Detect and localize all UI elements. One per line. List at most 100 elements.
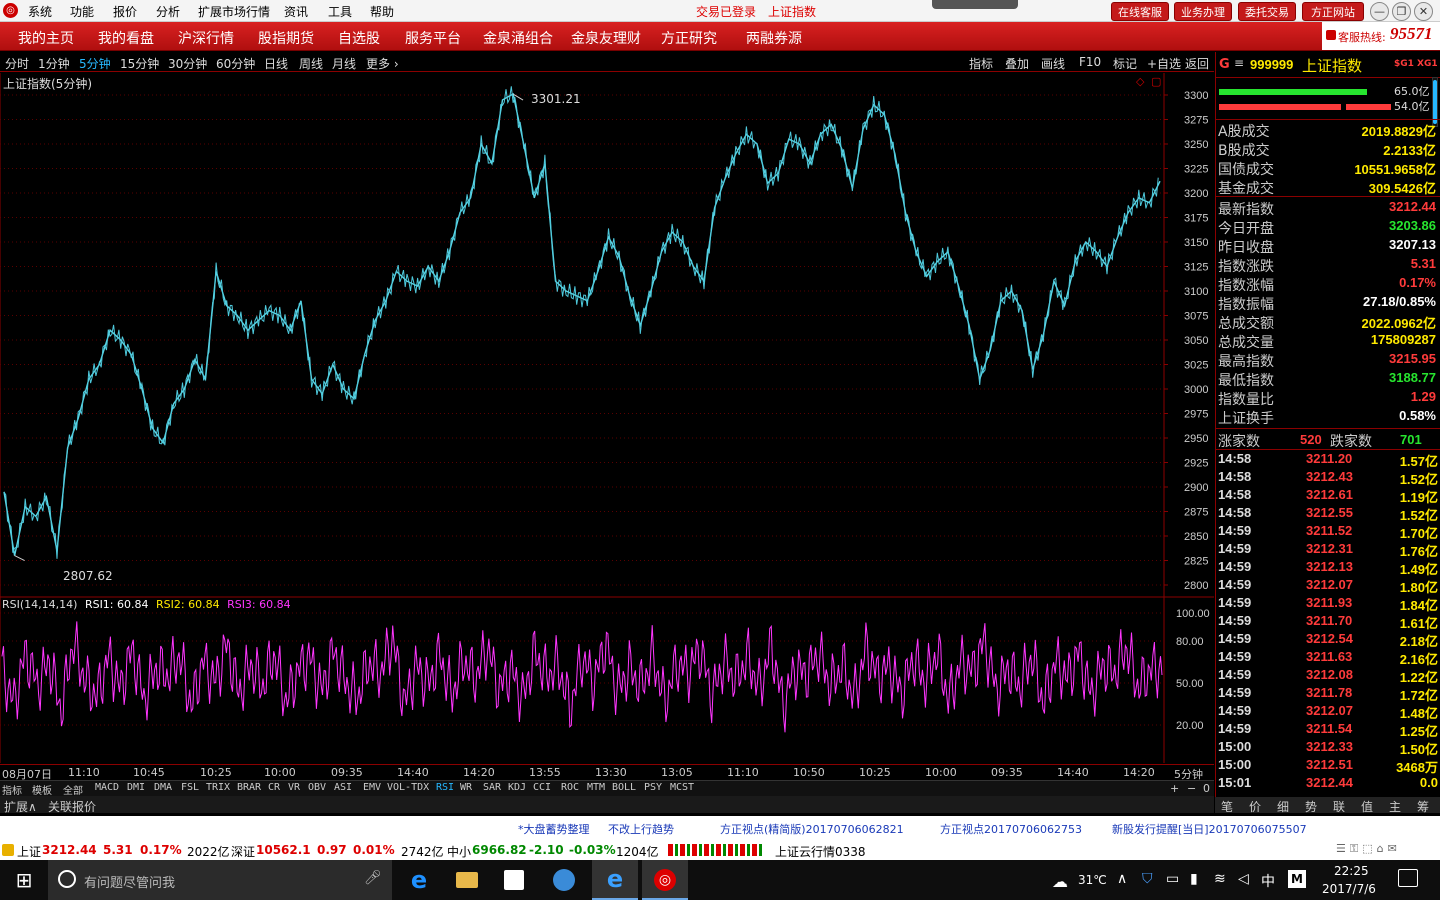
tick-row[interactable]: 14:59 3211.78 1.72亿 bbox=[1218, 685, 1440, 703]
right-tab[interactable]: 值 bbox=[1361, 798, 1373, 815]
indicator-tab[interactable]: FSL bbox=[181, 782, 199, 793]
nav-wealth[interactable]: 金泉友理财 bbox=[571, 28, 641, 48]
menu-item-function[interactable]: 功能 bbox=[70, 3, 94, 20]
tick-row[interactable]: 14:59 3212.07 1.48亿 bbox=[1218, 703, 1440, 721]
windows-start-icon[interactable]: ⊞ bbox=[0, 860, 48, 900]
tool-mark[interactable]: 标记 bbox=[1113, 55, 1137, 72]
indicator-tab[interactable]: 全部 bbox=[63, 782, 83, 797]
indicator-tab[interactable]: DMI bbox=[127, 782, 145, 793]
clock-date[interactable]: 2017/7/6 bbox=[1322, 882, 1376, 896]
indicator-tab[interactable]: ROC bbox=[561, 782, 579, 793]
tool-add-watch[interactable]: +自选 bbox=[1147, 55, 1181, 72]
right-tab[interactable]: 细 bbox=[1277, 798, 1289, 815]
nav-portfolio[interactable]: 金泉涌组合 bbox=[483, 28, 553, 48]
sg1-badge[interactable]: $G1 XG1 bbox=[1394, 59, 1438, 69]
tool-draw[interactable]: 画线 bbox=[1041, 55, 1065, 72]
indicator-tab[interactable]: CCI bbox=[533, 782, 551, 793]
website-button[interactable]: 方正网站 bbox=[1302, 2, 1364, 21]
tool-f10[interactable]: F10 bbox=[1079, 55, 1101, 69]
weather-cloud-icon[interactable]: ☁ bbox=[1052, 872, 1068, 891]
tick-row[interactable]: 14:59 3211.93 1.84亿 bbox=[1218, 595, 1440, 613]
tick-row[interactable]: 14:59 3211.52 1.70亿 bbox=[1218, 523, 1440, 541]
indicator-tab[interactable]: PSY bbox=[644, 782, 662, 793]
shield-icon[interactable]: ⛉ bbox=[1142, 871, 1153, 887]
window-drag-handle[interactable] bbox=[932, 0, 1018, 9]
status-tray-icons[interactable]: ☰⚿⬚⌂✉ bbox=[1336, 842, 1436, 858]
tick-row[interactable]: 14:58 3212.55 1.52亿 bbox=[1218, 505, 1440, 523]
g-icon[interactable]: G bbox=[1219, 57, 1230, 72]
indicator-tab[interactable]: CR bbox=[268, 782, 280, 793]
weather-temp[interactable]: 31℃ bbox=[1078, 873, 1107, 887]
menu-item-help[interactable]: 帮助 bbox=[370, 3, 394, 20]
ie-icon[interactable]: e bbox=[592, 860, 638, 900]
period-1min[interactable]: 1分钟 bbox=[38, 55, 70, 72]
indicator-plus[interactable]: + bbox=[1170, 782, 1179, 795]
price-chart-svg[interactable]: 3300 3275 3250 3225 3200 3175 3150 3125 3100 3075… bbox=[0, 73, 1214, 763]
nav-research[interactable]: 方正研究 bbox=[661, 28, 717, 48]
menu-item-news[interactable]: 资讯 bbox=[284, 3, 308, 20]
period-day[interactable]: 日线 bbox=[264, 55, 288, 72]
right-tab[interactable]: 联 bbox=[1333, 798, 1345, 815]
period-60min[interactable]: 60分钟 bbox=[216, 55, 255, 72]
trading-app-icon[interactable]: ◎ bbox=[642, 860, 688, 900]
ime-mode-icon[interactable]: M bbox=[1288, 870, 1306, 888]
news-item-1[interactable]: 不改上行趋势 bbox=[608, 821, 674, 837]
period-more[interactable]: 更多 › bbox=[366, 55, 399, 72]
nav-margin[interactable]: 两融券源 bbox=[746, 28, 802, 48]
kline-chart-area[interactable]: 3300 3275 3250 3225 3200 3175 3150 3125 3100 3075… bbox=[0, 73, 1214, 763]
indicator-tab[interactable]: BOLL bbox=[612, 782, 636, 793]
tick-row[interactable]: 14:58 3212.43 1.52亿 bbox=[1218, 469, 1440, 487]
tick-row[interactable]: 14:59 3212.31 1.76亿 bbox=[1218, 541, 1440, 559]
volume-icon[interactable]: ◁ bbox=[1238, 871, 1249, 887]
tool-back[interactable]: 返回 bbox=[1185, 55, 1209, 72]
indicator-tab[interactable]: 模板 bbox=[32, 782, 52, 797]
trade-button[interactable]: 委托交易 bbox=[1238, 2, 1296, 21]
indicator-tab[interactable]: VR bbox=[288, 782, 300, 793]
indicator-tab[interactable]: BRAR bbox=[237, 782, 261, 793]
period-week[interactable]: 周线 bbox=[299, 55, 323, 72]
indicator-tab[interactable]: RSI bbox=[436, 782, 454, 793]
news-item-3[interactable]: 方正视点20170706062753 bbox=[940, 821, 1082, 837]
tick-row[interactable]: 14:59 3211.63 2.16亿 bbox=[1218, 649, 1440, 667]
indicator-tab[interactable]: OBV bbox=[308, 782, 326, 793]
tick-list[interactable]: 14:58 3211.20 1.57亿 14:58 3212.43 1.52亿 14:58 3… bbox=[1216, 451, 1440, 796]
right-tab[interactable]: 笔 bbox=[1221, 798, 1233, 815]
diamond-icon[interactable]: ◇ bbox=[1136, 75, 1144, 88]
menu-item-analysis[interactable]: 分析 bbox=[156, 3, 180, 20]
nav-service[interactable]: 服务平台 bbox=[405, 28, 461, 48]
tick-row[interactable]: 15:00 3212.33 1.50亿 bbox=[1218, 739, 1440, 757]
wifi-icon[interactable]: ≋ bbox=[1214, 871, 1226, 887]
tick-row[interactable]: 14:59 3211.54 1.25亿 bbox=[1218, 721, 1440, 739]
indicator-tab[interactable]: VOL-TDX bbox=[387, 782, 429, 793]
period-month[interactable]: 月线 bbox=[332, 55, 356, 72]
file-explorer-icon[interactable] bbox=[446, 860, 486, 900]
store-icon[interactable] bbox=[494, 860, 534, 900]
tool-overlay[interactable]: 叠加 bbox=[1005, 55, 1029, 72]
period-tick[interactable]: 分时 bbox=[5, 55, 29, 72]
clock-time[interactable]: 22:25 bbox=[1334, 864, 1369, 878]
nav-my-home[interactable]: 我的主页 bbox=[18, 28, 74, 48]
nav-index-futures[interactable]: 股指期货 bbox=[258, 28, 314, 48]
indicator-tab[interactable]: ASI bbox=[334, 782, 352, 793]
indicator-tab[interactable]: SAR bbox=[483, 782, 501, 793]
menu-item-quote[interactable]: 报价 bbox=[113, 3, 137, 20]
indicator-tab[interactable]: WR bbox=[460, 782, 472, 793]
sz-label[interactable]: 深证 bbox=[231, 843, 255, 860]
minimize-icon[interactable]: — bbox=[1370, 2, 1389, 21]
indicator-tab[interactable]: MCST bbox=[670, 782, 694, 793]
notification-icon[interactable] bbox=[1398, 869, 1418, 887]
browser-icon[interactable] bbox=[544, 860, 584, 900]
zx-label[interactable]: 中小 bbox=[447, 843, 471, 860]
indicator-tab[interactable]: DMA bbox=[154, 782, 172, 793]
tick-row[interactable]: 14:58 3211.20 1.57亿 bbox=[1218, 451, 1440, 469]
battery-icon[interactable]: ▮ bbox=[1190, 871, 1198, 887]
sh-label[interactable]: 上证 bbox=[17, 843, 41, 860]
tick-row[interactable]: 14:59 3212.08 1.22亿 bbox=[1218, 667, 1440, 685]
tick-row[interactable]: 15:00 3212.51 3468万 bbox=[1218, 757, 1440, 775]
news-item-2[interactable]: 方正视点(精简版)20170706062821 bbox=[720, 821, 904, 837]
edge-icon[interactable]: e bbox=[400, 860, 438, 900]
news-item-0[interactable]: *大盘蓄势整理 bbox=[518, 821, 590, 837]
indicator-minus[interactable]: − bbox=[1187, 782, 1196, 795]
period-5min[interactable]: 5分钟 bbox=[79, 55, 111, 72]
related-quotes-tab[interactable]: 关联报价 bbox=[48, 798, 96, 815]
